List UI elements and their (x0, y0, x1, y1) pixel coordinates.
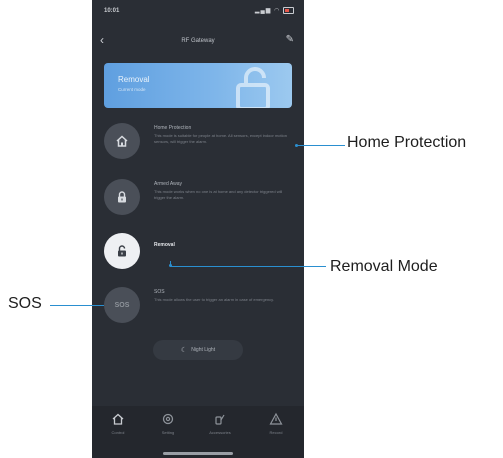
lock-icon (118, 191, 126, 203)
mode-sos[interactable]: SOS SOS This mode allows the user to tri… (104, 287, 294, 327)
phone-screen: 10:01 ▂▄▆ ◠ ‹ RF Gateway ✎ Removal Curre… (92, 0, 304, 458)
night-light-button[interactable]: ☾ Night Light (153, 340, 243, 360)
mode-title: Armed Away (154, 181, 182, 187)
tab-bar: Control Setting Accessories Record (92, 406, 304, 458)
callout-sos: SOS (8, 295, 42, 312)
home-indicator (163, 452, 233, 455)
unlock-icon (118, 245, 126, 257)
callout-line-removal-v (170, 261, 171, 267)
tab-control[interactable]: Control (98, 412, 138, 435)
accessories-icon (215, 414, 225, 425)
edit-icon[interactable]: ✎ (286, 34, 294, 45)
callout-removal-mode: Removal Mode (330, 258, 438, 275)
mode-description: This mode allows the user to trigger an … (154, 297, 274, 302)
home-mode-button[interactable] (104, 123, 140, 159)
removal-mode-button[interactable] (104, 233, 140, 269)
callout-home-protection: Home Protection (347, 134, 467, 151)
mode-title: Removal (154, 242, 175, 248)
tab-label: Setting (161, 430, 175, 435)
current-mode-banner[interactable]: Removal Current mode (104, 63, 292, 108)
banner-title: Removal (118, 75, 150, 84)
nav-bar: ‹ RF Gateway ✎ (92, 28, 304, 54)
callout-line-removal-h (170, 266, 326, 267)
gear-icon (162, 413, 174, 425)
signal-icon: ▂▄▆ (254, 8, 272, 15)
status-bar: 10:01 ▂▄▆ ◠ (92, 0, 304, 28)
unlock-icon (236, 67, 270, 108)
night-light-label: Night Light (191, 347, 216, 353)
page-title: RF Gateway (181, 38, 215, 44)
mode-title: SOS (154, 289, 165, 295)
callout-line-sos (50, 305, 104, 306)
battery-icon (283, 7, 294, 14)
tab-accessories[interactable]: Accessories (200, 412, 240, 435)
mode-description: This mode works when no one is at home a… (154, 189, 283, 200)
status-time: 10:01 (104, 8, 120, 14)
wifi-icon: ◠ (274, 8, 281, 15)
status-icons: ▂▄▆ ◠ (255, 7, 294, 14)
mode-title: Home Protection (154, 125, 192, 131)
moon-icon: ☾ (180, 347, 188, 354)
mode-description: This mode is suitable for people at home… (154, 133, 287, 144)
armed-away-mode-button[interactable] (104, 179, 140, 215)
banner-subtitle: Current mode (118, 87, 146, 92)
home-icon (112, 413, 124, 425)
callout-line-home-protection (297, 145, 345, 146)
home-icon (116, 135, 128, 147)
mode-removal[interactable]: Removal (104, 233, 294, 273)
tab-label: Record (269, 430, 283, 435)
tab-setting[interactable]: Setting (148, 412, 188, 435)
sos-icon-text: SOS (114, 301, 130, 309)
mode-home-protection[interactable]: Home Protection This mode is suitable fo… (104, 123, 294, 163)
tab-label: Accessories (209, 430, 231, 435)
mode-armed-away[interactable]: Armed Away This mode works when no one i… (104, 179, 294, 219)
tab-record[interactable]: Record (256, 412, 296, 435)
tab-label: Control (111, 430, 125, 435)
sos-mode-button[interactable]: SOS (104, 287, 140, 323)
alert-icon (269, 412, 283, 425)
